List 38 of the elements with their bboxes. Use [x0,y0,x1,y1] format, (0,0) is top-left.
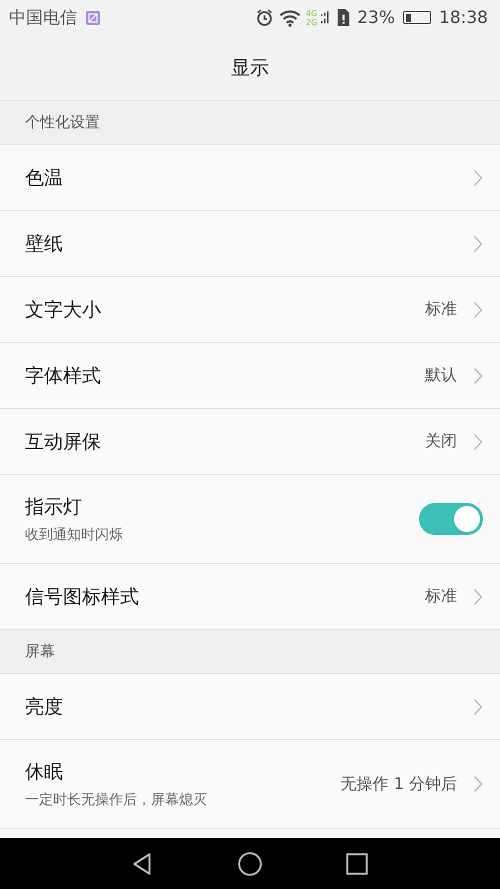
battery-icon [403,11,431,24]
setting-label: 亮度 [25,694,64,720]
setting-label: 字体样式 [25,364,102,388]
carrier-name: 中国电信 [9,7,77,29]
chevron-right-icon [473,300,483,318]
chevron-right-icon [473,168,483,186]
setting-label: 信号图标样式 [25,584,140,610]
setting-label: 休眠 [25,760,64,785]
setting-value: 标准 [425,299,457,320]
home-icon[interactable] [236,850,263,876]
toggle-switch[interactable] [419,503,483,535]
setting-value: 无操作 1 分钟后 [340,774,457,794]
chevron-right-icon [473,432,483,450]
setting-value: 关闭 [425,431,457,452]
chevron-right-icon [473,366,483,384]
setting-value: 标准 [425,586,457,607]
section-header: 屏幕 [0,630,500,674]
setting-label: 互动屏保 [25,430,102,454]
alarm-clock-icon [254,8,274,27]
battery-percent: 23% [357,8,395,28]
image-icon [85,10,101,26]
chevron-right-icon [473,234,483,252]
setting-label: 壁纸 [25,232,64,256]
setting-value: 默认 [425,365,457,386]
chevron-right-icon [473,588,483,606]
setting-description: 收到通知时闪烁 [25,526,124,544]
setting-label: 指示灯 [25,495,83,520]
wifi-icon [278,8,302,27]
setting-label: 文字大小 [25,298,102,322]
clock-time: 18:38 [439,8,488,28]
setting-label: 色温 [25,166,64,190]
chevron-right-icon [473,775,483,793]
chevron-right-icon [473,698,483,716]
setting-description: 一定时长无操作后，屏幕熄灭 [25,791,208,809]
network-type: 4G 2G [306,8,318,26]
page-title: 显示 [231,56,269,80]
section-header: 个性化设置 [0,101,500,145]
recent-apps-icon[interactable] [344,850,370,876]
